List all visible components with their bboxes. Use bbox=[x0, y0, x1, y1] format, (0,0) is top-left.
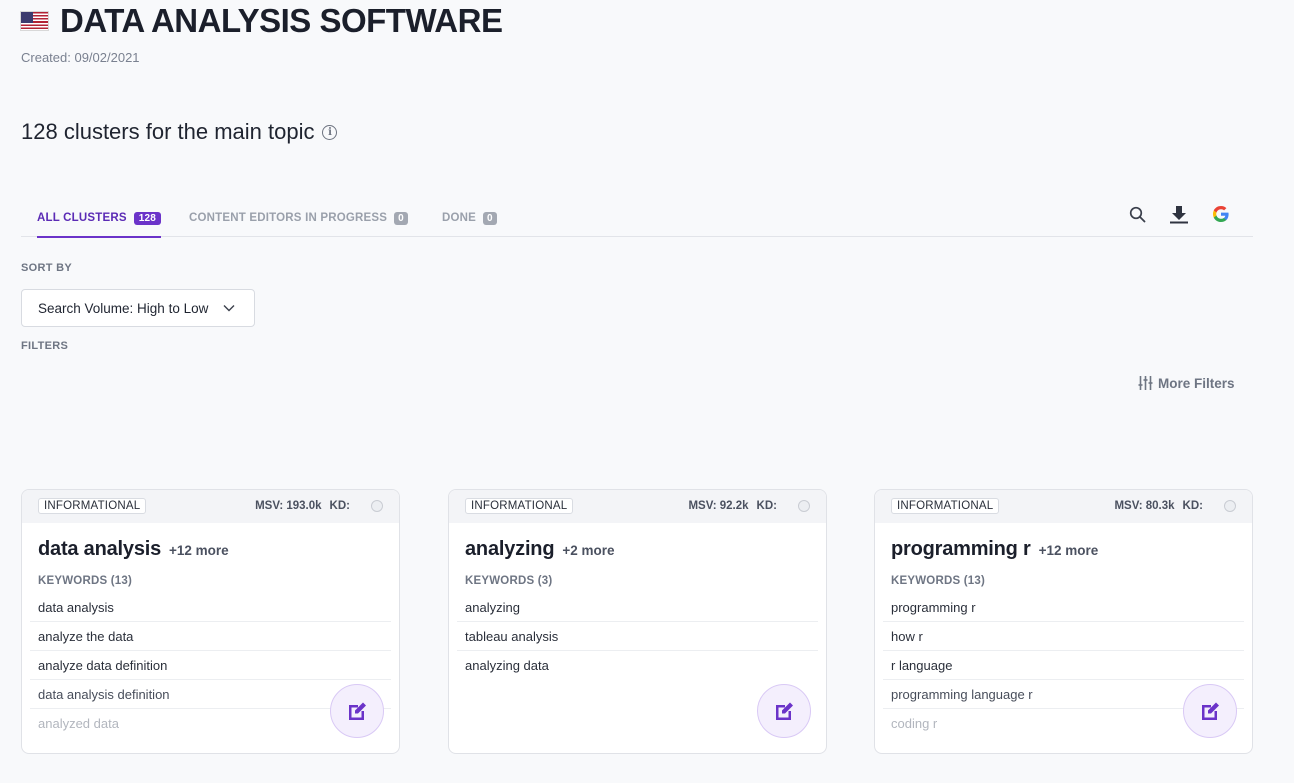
sliders-icon bbox=[1138, 376, 1153, 390]
keyword-item: how r bbox=[883, 622, 1244, 651]
tab-count-badge: 0 bbox=[483, 211, 497, 225]
card-metrics: MSV: 193.0k KD: bbox=[255, 500, 383, 512]
kd-label: KD: bbox=[1182, 500, 1203, 512]
sort-select-value: Search Volume: High to Low bbox=[38, 300, 209, 316]
edit-icon bbox=[349, 702, 366, 720]
card-header: INFORMATIONAL MSV: 80.3k KD: bbox=[875, 490, 1252, 523]
page-title: DATA ANALYSIS SOFTWARE bbox=[60, 2, 503, 39]
intent-badge: INFORMATIONAL bbox=[891, 498, 1000, 514]
kd-label: KD: bbox=[756, 500, 777, 512]
edit-icon bbox=[1202, 702, 1219, 720]
card-header: INFORMATIONAL MSV: 92.2k KD: bbox=[449, 490, 826, 523]
kd-label: KD: bbox=[329, 500, 350, 512]
tab-all-clusters[interactable]: ALL CLUSTERS 128 bbox=[37, 199, 162, 238]
keyword-item: analyze data definition bbox=[30, 651, 391, 680]
clusters-heading: 128 clusters for the main topic i bbox=[21, 119, 338, 145]
edit-cluster-button[interactable] bbox=[330, 684, 384, 738]
cluster-card[interactable]: INFORMATIONAL MSV: 193.0k KD: data analy… bbox=[21, 489, 400, 754]
cluster-card[interactable]: INFORMATIONAL MSV: 92.2k KD: analyzing +… bbox=[448, 489, 827, 754]
edit-cluster-button[interactable] bbox=[757, 684, 811, 738]
keyword-item: tableau analysis bbox=[457, 622, 818, 651]
page-header: DATA ANALYSIS SOFTWARE bbox=[20, 2, 503, 40]
msv-value: MSV: 92.2k bbox=[688, 500, 749, 512]
cluster-name: programming r bbox=[891, 538, 1031, 560]
tab-count-badge: 128 bbox=[133, 211, 162, 225]
created-date: Created: 09/02/2021 bbox=[21, 50, 140, 65]
tab-count-badge: 0 bbox=[394, 211, 408, 225]
keyword-item: r language bbox=[883, 651, 1244, 680]
card-metrics: MSV: 80.3k KD: bbox=[1114, 500, 1236, 512]
clusters-heading-text: 128 clusters for the main topic bbox=[21, 119, 315, 144]
cluster-tabs: ALL CLUSTERS 128 CONTENT EDITORS IN PROG… bbox=[21, 199, 1253, 238]
kd-indicator bbox=[798, 500, 810, 512]
kd-indicator bbox=[371, 500, 383, 512]
card-header: INFORMATIONAL MSV: 193.0k KD: bbox=[22, 490, 399, 523]
cluster-card[interactable]: INFORMATIONAL MSV: 80.3k KD: programming… bbox=[874, 489, 1253, 754]
filters-label: FILTERS bbox=[21, 340, 69, 352]
info-icon[interactable]: i bbox=[322, 124, 338, 140]
download-icon[interactable] bbox=[1168, 203, 1190, 225]
tab-label: ALL CLUSTERS bbox=[37, 212, 127, 224]
keyword-item: analyzing bbox=[457, 593, 818, 622]
keyword-item: analyze the data bbox=[30, 622, 391, 651]
cluster-title[interactable]: analyzing +2 more bbox=[465, 538, 615, 561]
intent-badge: INFORMATIONAL bbox=[38, 498, 147, 514]
google-icon[interactable] bbox=[1210, 203, 1232, 225]
card-metrics: MSV: 92.2k KD: bbox=[688, 500, 810, 512]
keyword-item: analyzing data bbox=[465, 658, 549, 673]
us-flag-icon bbox=[20, 11, 49, 31]
edit-cluster-button[interactable] bbox=[1183, 684, 1237, 738]
chevron-down-icon bbox=[222, 301, 236, 318]
more-keywords-count: +12 more bbox=[1038, 543, 1099, 558]
tab-label: DONE bbox=[442, 212, 477, 224]
cluster-title[interactable]: programming r +12 more bbox=[891, 538, 1098, 561]
edit-icon bbox=[776, 702, 793, 720]
intent-badge: INFORMATIONAL bbox=[465, 498, 574, 514]
more-keywords-count: +12 more bbox=[169, 543, 229, 558]
sort-select[interactable]: Search Volume: High to Low bbox=[21, 289, 255, 327]
keywords-list: analyzing tableau analysis analyzing dat… bbox=[457, 593, 818, 680]
tab-label: CONTENT EDITORS IN PROGRESS bbox=[189, 212, 388, 224]
msv-value: MSV: 80.3k bbox=[1114, 500, 1175, 512]
search-icon[interactable] bbox=[1126, 203, 1148, 225]
sort-by-label: SORT BY bbox=[21, 262, 72, 274]
tab-done[interactable]: DONE 0 bbox=[442, 199, 497, 237]
cluster-title[interactable]: data analysis +12 more bbox=[38, 538, 229, 561]
keywords-label: KEYWORDS (13) bbox=[891, 575, 985, 587]
keywords-label: KEYWORDS (3) bbox=[465, 575, 553, 587]
msv-value: MSV: 193.0k bbox=[255, 500, 322, 512]
kd-indicator bbox=[1224, 500, 1236, 512]
more-filters-button[interactable]: More Filters bbox=[1138, 375, 1235, 391]
keywords-label: KEYWORDS (13) bbox=[38, 575, 132, 587]
cluster-name: analyzing bbox=[465, 538, 555, 560]
tab-content-editors-in-progress[interactable]: CONTENT EDITORS IN PROGRESS 0 bbox=[189, 199, 408, 237]
keyword-item: programming r bbox=[883, 593, 1244, 622]
cluster-name: data analysis bbox=[38, 538, 162, 560]
keyword-item: data analysis bbox=[30, 593, 391, 622]
more-keywords-count: +2 more bbox=[562, 543, 615, 558]
more-filters-label: More Filters bbox=[1158, 375, 1235, 391]
